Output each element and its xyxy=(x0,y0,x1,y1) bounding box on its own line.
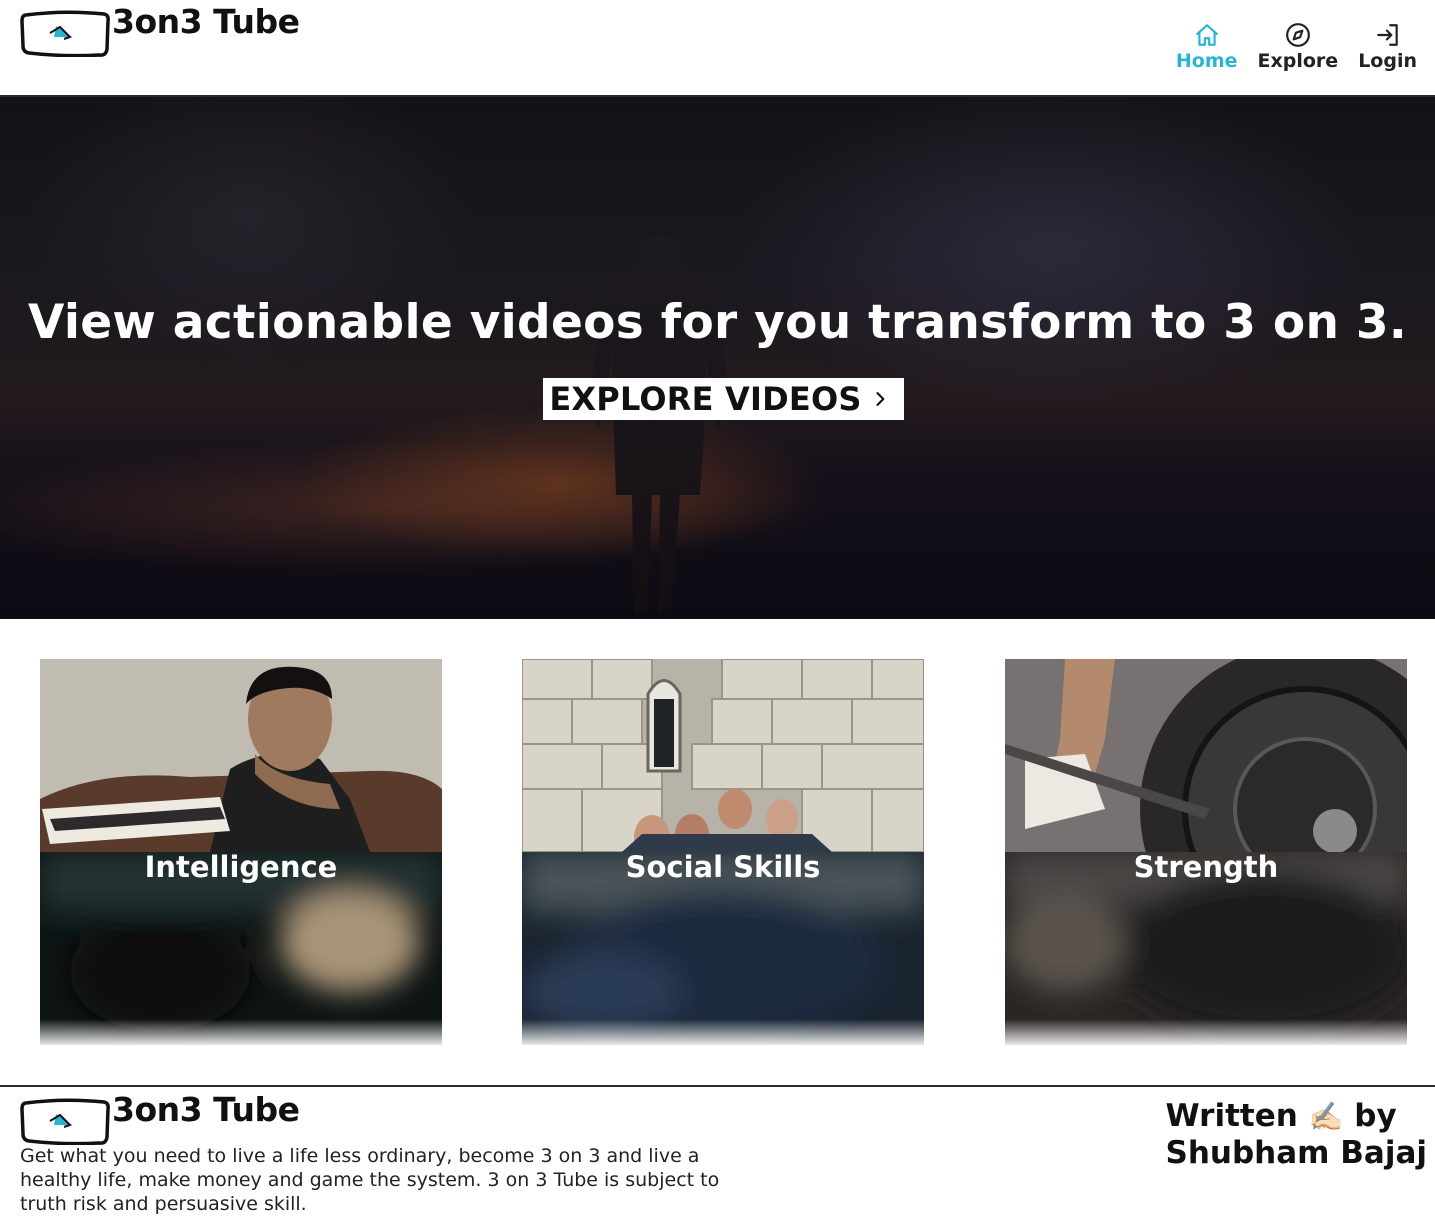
site-footer: 3on3 Tube Get what you need to live a li… xyxy=(0,1085,1435,1227)
hero-banner: View actionable videos for you transform… xyxy=(0,97,1435,619)
category-cards: Intelligence Social Skills Strength xyxy=(0,659,1435,1045)
category-label: Strength xyxy=(1133,850,1279,884)
social-skills-photo xyxy=(522,659,924,852)
intelligence-photo xyxy=(40,659,442,852)
brand-name: 3on3 Tube xyxy=(112,2,300,41)
category-card-social-skills[interactable]: Social Skills xyxy=(522,659,924,1045)
category-label: Social Skills xyxy=(625,850,821,884)
explore-videos-label: EXPLORE VIDEOS xyxy=(549,380,862,418)
nav-home-label: Home xyxy=(1175,50,1238,72)
hero-title: View actionable videos for you transform… xyxy=(27,295,1408,350)
footer-description: Get what you need to live a life less or… xyxy=(20,1145,720,1215)
nav-login-label: Login xyxy=(1358,50,1417,72)
compass-icon xyxy=(1285,23,1310,47)
author-name: Shubham Bajaj xyxy=(1165,1135,1427,1171)
brand[interactable]: 3on3 Tube xyxy=(20,2,300,57)
login-icon xyxy=(1376,24,1398,46)
author-credit: Written ✍🏻 by Shubham Bajaj xyxy=(1166,1098,1427,1172)
writing-hand-icon: ✍🏻 xyxy=(1308,1100,1344,1133)
nav-explore-label: Explore xyxy=(1257,50,1339,72)
footer-brand[interactable]: 3on3 Tube xyxy=(20,1090,300,1145)
explore-videos-button[interactable]: EXPLORE VIDEOS xyxy=(543,378,904,420)
logo-icon xyxy=(20,1098,110,1145)
strength-photo xyxy=(1005,659,1407,852)
home-icon xyxy=(1195,24,1218,46)
category-label: Intelligence xyxy=(144,850,338,884)
nav-explore[interactable]: Explore xyxy=(1257,22,1339,72)
chevron-right-icon xyxy=(876,392,884,406)
author-prefix: Written xyxy=(1165,1098,1298,1134)
footer-brand-name: 3on3 Tube xyxy=(112,1090,300,1129)
card-fade xyxy=(522,1019,924,1045)
category-card-intelligence[interactable]: Intelligence xyxy=(40,659,442,1045)
nav-home[interactable]: Home xyxy=(1176,22,1238,72)
main-nav: Home Explore Login xyxy=(1176,22,1417,72)
card-fade xyxy=(1005,1019,1407,1045)
site-header: 3on3 Tube Home Explore Login xyxy=(0,0,1435,97)
logo-icon xyxy=(20,10,110,57)
category-card-strength[interactable]: Strength xyxy=(1005,659,1407,1045)
card-fade xyxy=(40,1019,442,1045)
nav-login[interactable]: Login xyxy=(1358,22,1417,72)
hero-person-silhouette xyxy=(590,234,728,615)
author-by: by xyxy=(1354,1098,1397,1134)
